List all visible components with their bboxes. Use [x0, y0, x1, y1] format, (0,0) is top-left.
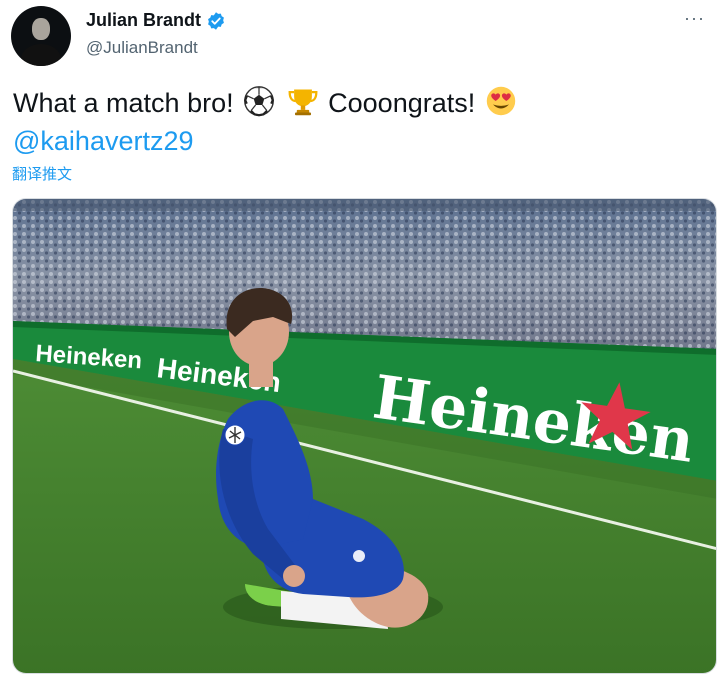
avatar-shoulders — [21, 44, 61, 66]
avatar[interactable] — [11, 6, 71, 66]
tweet-text-part1: What a match bro! — [13, 88, 234, 118]
mention-link[interactable]: @kaihavertz29 — [13, 126, 194, 156]
tweet-photo[interactable]: Heineken Heineken Heineken — [12, 198, 717, 674]
display-name[interactable]: Julian Brandt — [86, 10, 226, 31]
avatar-head — [32, 18, 50, 40]
tweet-text-part2: Cooongrats! — [328, 88, 476, 118]
soccer-ball-emoji — [244, 86, 275, 117]
heart-eyes-emoji — [486, 86, 515, 116]
stadium-photo: Heineken Heineken Heineken — [13, 199, 716, 673]
user-handle[interactable]: @JulianBrandt — [86, 38, 198, 58]
translate-tweet-link[interactable]: 翻译推文 — [12, 163, 72, 184]
tweet-text: What a match bro! Cooongrats! @kaihavert… — [13, 84, 703, 160]
verified-badge-icon — [208, 11, 224, 30]
more-options-icon[interactable]: ··· — [684, 8, 705, 29]
display-name-text[interactable]: Julian Brandt — [86, 10, 201, 31]
trophy-emoji — [288, 89, 318, 116]
